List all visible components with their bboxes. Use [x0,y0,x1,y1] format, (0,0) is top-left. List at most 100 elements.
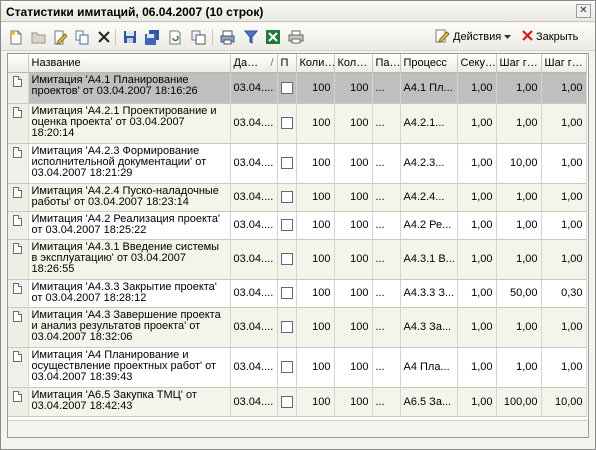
cell-count1[interactable]: 100 [296,347,335,388]
filter-icon[interactable] [243,29,259,45]
cell-param[interactable]: ... [372,72,401,104]
row-checkbox[interactable] [280,219,293,232]
cell-process[interactable]: А4.2.1... [400,103,458,144]
cell-param[interactable]: ... [372,239,401,280]
row-checkbox[interactable] [280,157,293,170]
row-checkbox[interactable] [280,191,293,204]
cell-name[interactable]: Имитация 'А4.2 Реализация проекта' от 03… [28,211,231,240]
cell-date[interactable]: 03.04.... [230,239,278,280]
table-row[interactable]: Имитация 'А4.2 Реализация проекта' от 03… [8,211,587,240]
row-checkbox[interactable] [280,287,293,300]
cell-step1[interactable]: 1,00 [496,347,542,388]
new-icon[interactable] [8,29,24,45]
cell-count2[interactable]: 100 [334,279,373,308]
print-settings-icon[interactable] [220,29,236,45]
column-header-date[interactable]: Да… / [230,54,278,73]
copy-all-icon[interactable] [190,29,206,45]
cell-date[interactable]: 03.04.... [230,279,278,308]
save-icon[interactable] [122,29,138,45]
cell-count2[interactable]: 100 [334,183,373,212]
cell-param[interactable]: ... [372,279,401,308]
cell-seconds[interactable]: 1,00 [457,103,497,144]
cell-param[interactable]: ... [372,143,401,184]
cell-step2[interactable]: 1,00 [541,307,587,348]
cell-name[interactable]: Имитация 'А4.1 Планирование проектов' от… [28,72,231,104]
cell-count1[interactable]: 100 [296,239,335,280]
cell-seconds[interactable]: 1,00 [457,387,497,417]
table-row[interactable]: Имитация 'А4.1 Планирование проектов' от… [8,72,587,104]
table-row[interactable]: Имитация 'А4 Планирование и осуществлени… [8,347,587,388]
cell-count1[interactable]: 100 [296,211,335,240]
cell-step2[interactable]: 1,00 [541,183,587,212]
cell-name[interactable]: Имитация 'А6.5 Закупка ТМЦ' от 03.04.200… [28,387,231,417]
cell-seconds[interactable]: 1,00 [457,279,497,308]
cell-date[interactable]: 03.04.... [230,143,278,184]
cell-step1[interactable]: 10,00 [496,143,542,184]
cell-process[interactable]: А4.1 Пл... [400,72,458,104]
cell-count2[interactable]: 100 [334,143,373,184]
column-header-count2[interactable]: Кол… [334,54,373,73]
cell-count1[interactable]: 100 [296,307,335,348]
cell-count1[interactable]: 100 [296,103,335,144]
cell-param[interactable]: ... [372,103,401,144]
cell-name[interactable]: Имитация 'А4.2.3 Формирование исполнител… [28,143,231,184]
cell-step2[interactable]: 1,00 [541,103,587,144]
table-row[interactable]: Имитация 'А4.3.1 Введение системы в эксп… [8,239,587,280]
cell-seconds[interactable]: 1,00 [457,72,497,104]
cell-count2[interactable]: 100 [334,211,373,240]
column-header-param[interactable]: Па… [372,54,401,73]
cell-process[interactable]: А4.3.1 В... [400,239,458,280]
row-checkbox[interactable] [280,117,293,130]
cell-param[interactable]: ... [372,183,401,212]
cell-seconds[interactable]: 1,00 [457,239,497,280]
cell-process[interactable]: А4.2 Ре... [400,211,458,240]
cell-param[interactable]: ... [372,387,401,417]
table-row[interactable]: Имитация 'А4.2.1 Проектирование и оценка… [8,103,587,144]
cell-step1[interactable]: 1,00 [496,239,542,280]
cell-step2[interactable]: 1,00 [541,239,587,280]
cell-date[interactable]: 03.04.... [230,387,278,417]
cell-count2[interactable]: 100 [334,239,373,280]
cell-step2[interactable]: 0,30 [541,279,587,308]
column-header-p[interactable]: П [277,54,297,73]
copy-icon[interactable] [74,29,90,45]
cell-process[interactable]: А4.2.4... [400,183,458,212]
table-row[interactable]: Имитация 'А4.2.3 Формирование исполнител… [8,143,587,184]
horizontal-scrollbar[interactable] [8,420,588,437]
refresh-icon[interactable] [167,29,183,45]
table-row[interactable]: Имитация 'А4.3 Завершение проекта и анал… [8,307,587,348]
cell-process[interactable]: А4.3.3 З... [400,279,458,308]
cell-seconds[interactable]: 1,00 [457,211,497,240]
cell-step1[interactable]: 1,00 [496,307,542,348]
cell-count2[interactable]: 100 [334,387,373,417]
cell-param[interactable]: ... [372,211,401,240]
cell-step1[interactable]: 1,00 [496,211,542,240]
cell-process[interactable]: А4.3 За... [400,307,458,348]
window-close-button[interactable]: ✕ [576,4,591,18]
cell-seconds[interactable]: 1,00 [457,183,497,212]
row-checkbox[interactable] [280,395,293,408]
cell-date[interactable]: 03.04.... [230,103,278,144]
cell-count1[interactable]: 100 [296,387,335,417]
cell-count1[interactable]: 100 [296,183,335,212]
column-header-step2[interactable]: Шаг г… [541,54,587,73]
row-checkbox[interactable] [280,321,293,334]
cell-step2[interactable]: 1,00 [541,211,587,240]
cell-param[interactable]: ... [372,347,401,388]
cell-count1[interactable]: 100 [296,72,335,104]
cell-date[interactable]: 03.04.... [230,347,278,388]
cell-date[interactable]: 03.04.... [230,211,278,240]
cell-date[interactable]: 03.04.... [230,183,278,212]
cell-name[interactable]: Имитация 'А4.3 Завершение проекта и анал… [28,307,231,348]
table-row[interactable]: Имитация 'А6.5 Закупка ТМЦ' от 03.04.200… [8,387,587,417]
row-checkbox[interactable] [280,253,293,266]
row-checkbox[interactable] [280,361,293,374]
cell-step2[interactable]: 1,00 [541,72,587,104]
cell-name[interactable]: Имитация 'А4 Планирование и осуществлени… [28,347,231,388]
save-all-icon[interactable] [144,29,160,45]
cell-step1[interactable]: 1,00 [496,183,542,212]
cell-count2[interactable]: 100 [334,103,373,144]
column-header-count1[interactable]: Коли… [296,54,335,73]
cell-name[interactable]: Имитация 'А4.3.1 Введение системы в эксп… [28,239,231,280]
cell-step2[interactable]: 10,00 [541,387,587,417]
